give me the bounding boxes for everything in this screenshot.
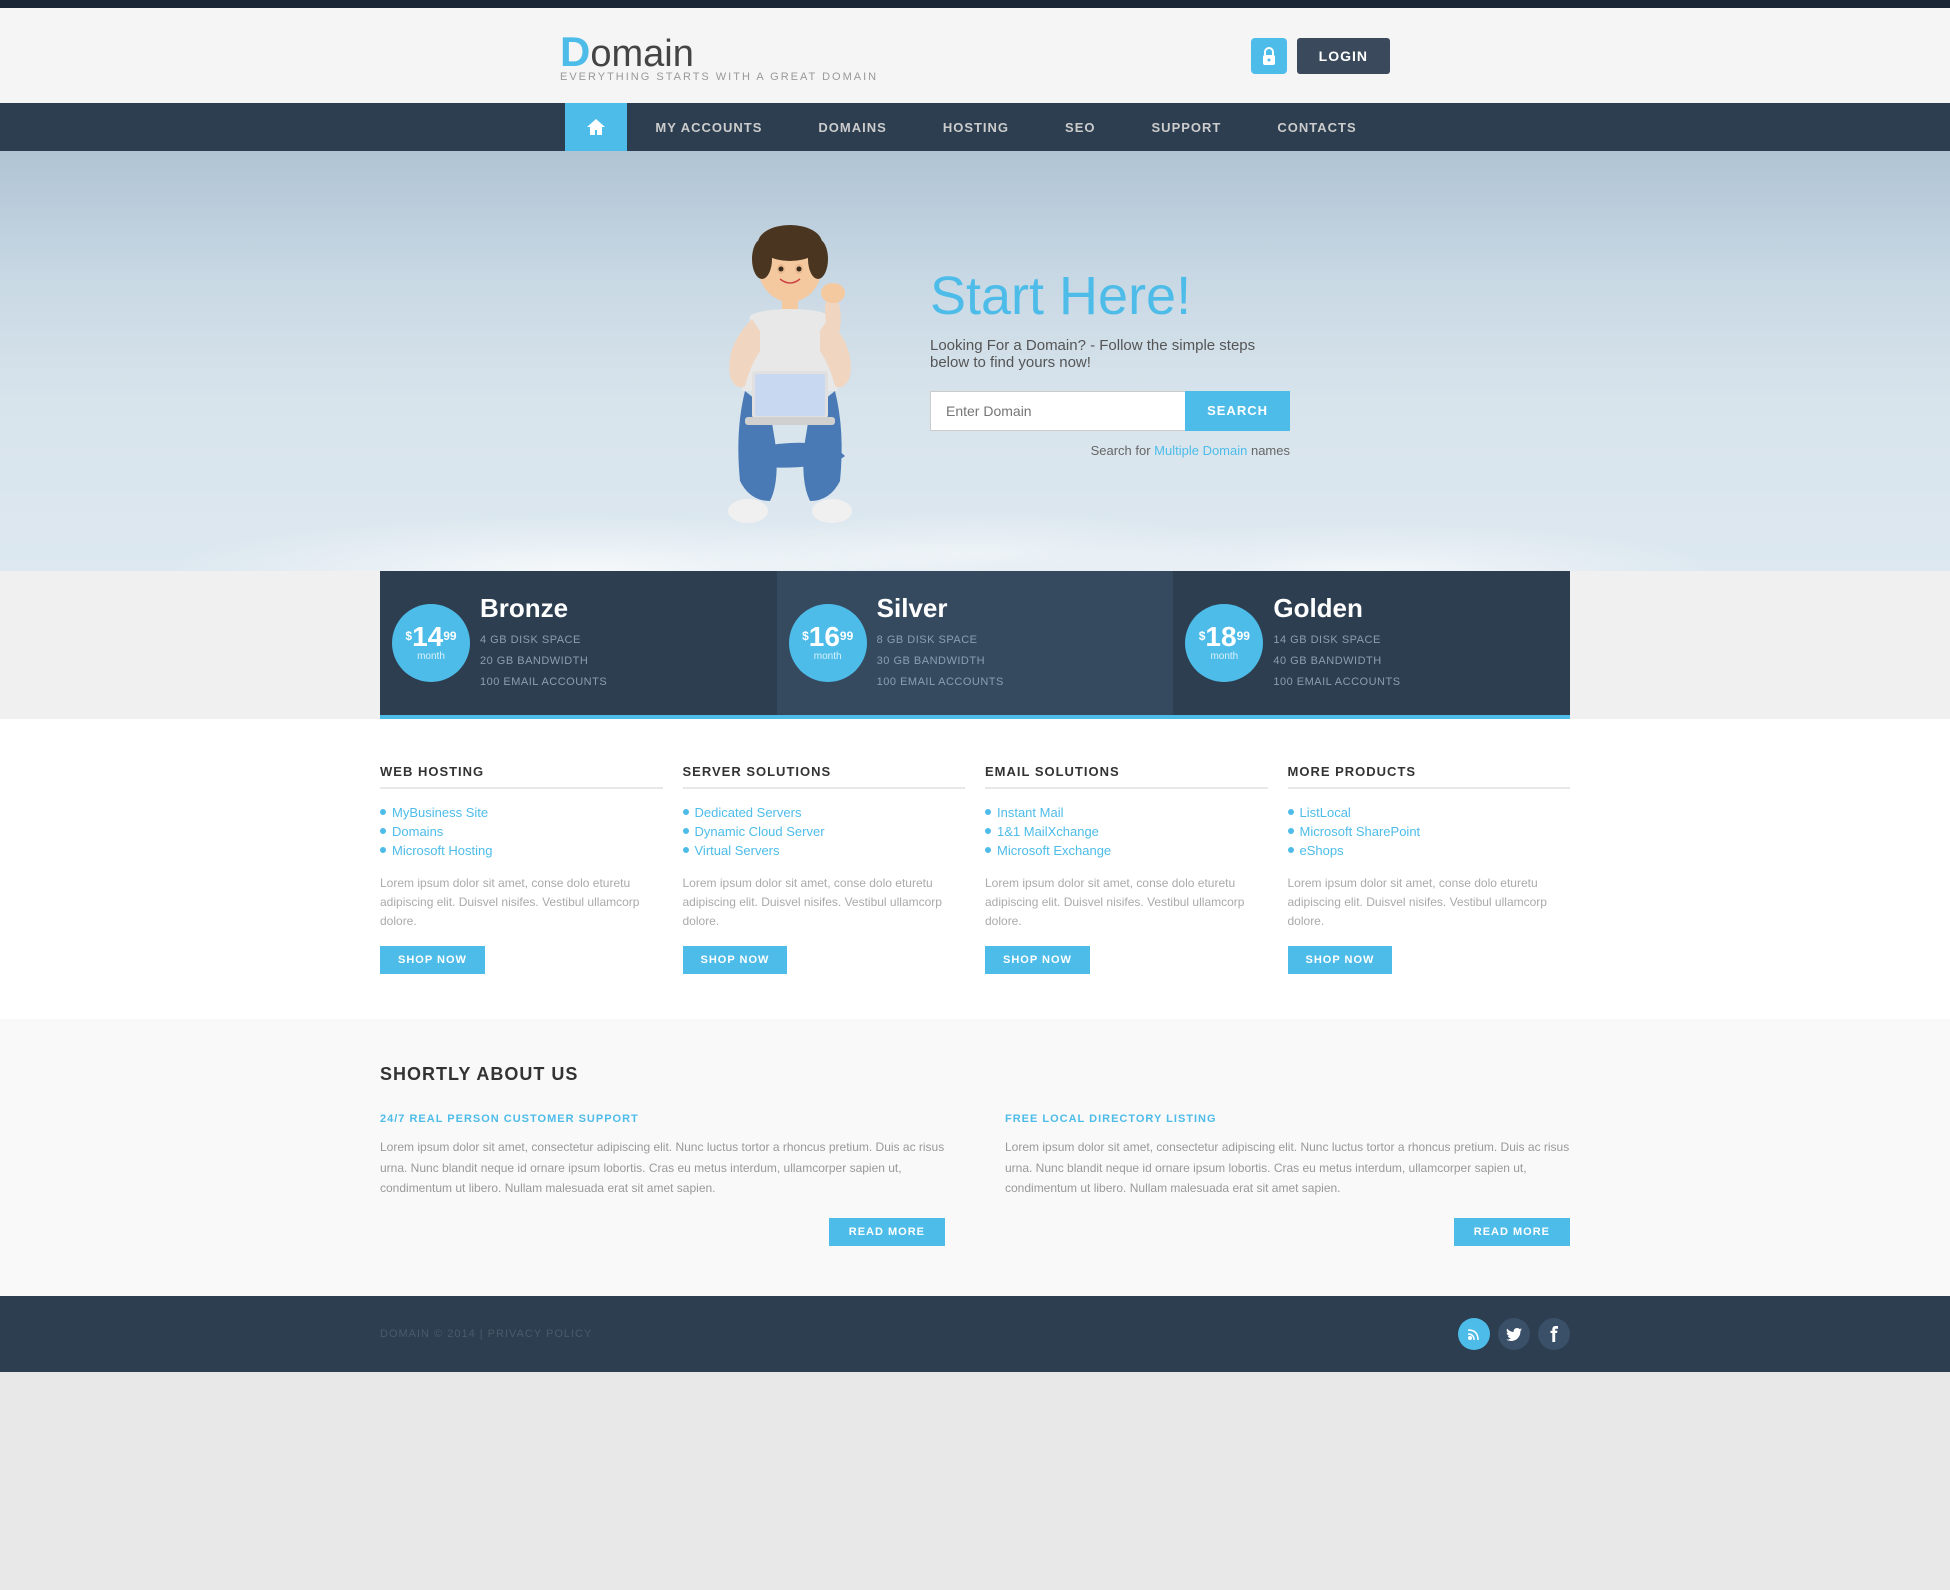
list-item: Virtual Servers	[683, 841, 966, 860]
list-item: Instant Mail	[985, 803, 1268, 822]
read-more-2[interactable]: READ MORE	[1454, 1218, 1570, 1246]
logo-rest: omain	[590, 33, 694, 76]
footer-social	[1458, 1318, 1570, 1350]
about-cols: 24/7 REAL PERSON CUSTOMER SUPPORT Lorem …	[380, 1113, 1570, 1246]
email-solutions-list: Instant Mail 1&1 MailXchange Microsoft E…	[985, 803, 1268, 860]
hero-section: Start Here! Looking For a Domain? - Foll…	[0, 151, 1950, 571]
hero-title: Start Here!	[930, 265, 1290, 327]
shop-now-email-solutions[interactable]: SHOP NOW	[985, 946, 1090, 974]
price-circle-bronze: $ 14 99 month	[392, 604, 470, 682]
list-item: Microsoft Hosting	[380, 841, 663, 860]
list-item: MyBusiness Site	[380, 803, 663, 822]
social-twitter[interactable]	[1498, 1318, 1530, 1350]
plan-details-golden: Golden 14 GB DISK SPACE 40 GB BANDWIDTH …	[1273, 593, 1400, 693]
social-rss[interactable]	[1458, 1318, 1490, 1350]
logo-d: D	[560, 28, 590, 76]
nav-hosting[interactable]: HOSTING	[915, 104, 1037, 151]
main-nav: MY ACCOUNTS DOMAINS HOSTING SEO SUPPORT …	[0, 103, 1950, 151]
feature-server-solutions: SERVER SOLUTIONS Dedicated Servers Dynam…	[683, 764, 966, 975]
about-section: SHORTLY ABOUT US 24/7 REAL PERSON CUSTOM…	[0, 1019, 1950, 1296]
list-item: Microsoft SharePoint	[1288, 822, 1571, 841]
header: D omain EVERYTHING STARTS WITH A GREAT D…	[0, 8, 1950, 103]
search-button[interactable]: SEARCH	[1185, 391, 1290, 431]
nav-contacts[interactable]: CONTACTS	[1249, 104, 1384, 151]
pricing-bronze: $ 14 99 month Bronze 4 GB DISK SPACE 20 …	[380, 571, 777, 719]
pricing-silver: $ 16 99 month Silver 8 GB DISK SPACE 30 …	[777, 571, 1174, 719]
twitter-icon	[1506, 1328, 1522, 1341]
nav-support[interactable]: SUPPORT	[1124, 104, 1250, 151]
price-circle-silver: $ 16 99 month	[789, 604, 867, 682]
rss-icon	[1467, 1327, 1481, 1341]
list-item: Domains	[380, 822, 663, 841]
about-title: SHORTLY ABOUT US	[380, 1064, 1570, 1085]
shop-now-web-hosting[interactable]: SHOP NOW	[380, 946, 485, 974]
pricing-golden: $ 18 99 month Golden 14 GB DISK SPACE 40…	[1173, 571, 1570, 719]
plan-features-silver: 8 GB DISK SPACE 30 GB BANDWIDTH 100 EMAI…	[877, 630, 1004, 693]
list-item: Dedicated Servers	[683, 803, 966, 822]
header-right: LOGIN	[1251, 38, 1390, 74]
list-item: Dynamic Cloud Server	[683, 822, 966, 841]
about-col-1: 24/7 REAL PERSON CUSTOMER SUPPORT Lorem …	[380, 1113, 945, 1246]
nav-domains[interactable]: DOMAINS	[790, 104, 914, 151]
footer: DOMAIN © 2014 | PRIVACY POLICY	[0, 1296, 1950, 1372]
plan-features-golden: 14 GB DISK SPACE 40 GB BANDWIDTH 100 EMA…	[1273, 630, 1400, 693]
facebook-icon	[1549, 1326, 1559, 1342]
multi-domain-link[interactable]: Multiple Domain	[1154, 443, 1247, 458]
hero-search-form: SEARCH	[930, 391, 1290, 431]
server-solutions-list: Dedicated Servers Dynamic Cloud Server V…	[683, 803, 966, 860]
nav-home[interactable]	[565, 103, 627, 151]
plan-details-bronze: Bronze 4 GB DISK SPACE 20 GB BANDWIDTH 1…	[480, 593, 607, 693]
footer-copyright: DOMAIN © 2014 | PRIVACY POLICY	[380, 1328, 592, 1340]
more-products-list: ListLocal Microsoft SharePoint eShops	[1288, 803, 1571, 860]
price-circle-golden: $ 18 99 month	[1185, 604, 1263, 682]
multi-domain-text: Search for Multiple Domain names	[930, 443, 1290, 458]
list-item: Microsoft Exchange	[985, 841, 1268, 860]
list-item: 1&1 MailXchange	[985, 822, 1268, 841]
social-facebook[interactable]	[1538, 1318, 1570, 1350]
logo-tagline: EVERYTHING STARTS WITH A GREAT DOMAIN	[560, 71, 878, 83]
person-illustration	[680, 191, 900, 571]
feature-web-hosting: WEB HOSTING MyBusiness Site Domains Micr…	[380, 764, 663, 975]
nav-my-accounts[interactable]: MY ACCOUNTS	[627, 104, 790, 151]
nav-inner: MY ACCOUNTS DOMAINS HOSTING SEO SUPPORT …	[565, 103, 1384, 151]
list-item: ListLocal	[1288, 803, 1571, 822]
hero-content: Start Here! Looking For a Domain? - Foll…	[920, 265, 1290, 458]
logo: D omain EVERYTHING STARTS WITH A GREAT D…	[560, 28, 878, 83]
list-item: eShops	[1288, 841, 1571, 860]
feature-email-solutions: EMAIL SOLUTIONS Instant Mail 1&1 MailXch…	[985, 764, 1268, 975]
login-button[interactable]: LOGIN	[1297, 38, 1390, 74]
shop-now-server-solutions[interactable]: SHOP NOW	[683, 946, 788, 974]
about-col-2: FREE LOCAL DIRECTORY LISTING Lorem ipsum…	[1005, 1113, 1570, 1246]
read-more-1[interactable]: READ MORE	[829, 1218, 945, 1246]
pricing-section: $ 14 99 month Bronze 4 GB DISK SPACE 20 …	[0, 571, 1950, 719]
plan-features-bronze: 4 GB DISK SPACE 20 GB BANDWIDTH 100 EMAI…	[480, 630, 607, 693]
domain-search-input[interactable]	[930, 391, 1185, 431]
shop-now-more-products[interactable]: SHOP NOW	[1288, 946, 1393, 974]
hero-person	[660, 151, 920, 571]
feature-more-products: MORE PRODUCTS ListLocal Microsoft ShareP…	[1288, 764, 1571, 975]
top-bar	[0, 0, 1950, 8]
hero-inner: Start Here! Looking For a Domain? - Foll…	[660, 151, 1290, 571]
nav-seo[interactable]: SEO	[1037, 104, 1123, 151]
web-hosting-list: MyBusiness Site Domains Microsoft Hostin…	[380, 803, 663, 860]
features-section: WEB HOSTING MyBusiness Site Domains Micr…	[0, 719, 1950, 1020]
plan-details-silver: Silver 8 GB DISK SPACE 30 GB BANDWIDTH 1…	[877, 593, 1004, 693]
hero-subtitle: Looking For a Domain? - Follow the simpl…	[930, 337, 1290, 371]
lock-icon	[1251, 38, 1287, 74]
logo-text: D omain	[560, 28, 878, 76]
